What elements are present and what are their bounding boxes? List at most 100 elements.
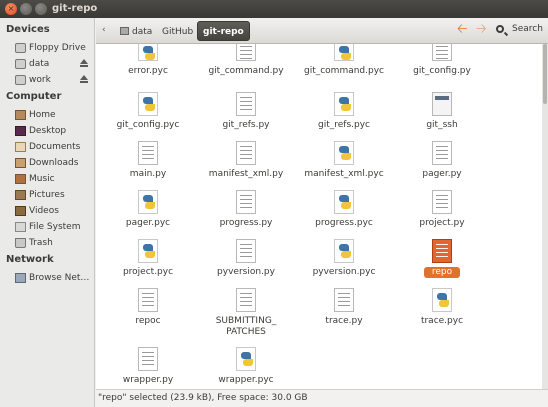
file-item[interactable]: repoc xyxy=(100,288,196,338)
file-item[interactable]: git_config.py xyxy=(394,44,490,91)
file-item[interactable]: git_config.pyc xyxy=(100,92,196,142)
close-button[interactable]: × xyxy=(5,3,17,15)
file-item[interactable]: git_refs.pyc xyxy=(296,92,392,142)
file-item[interactable]: pyversion.pyc xyxy=(296,239,392,289)
sidebar-item-downloads[interactable]: Downloads xyxy=(0,155,94,171)
file-item[interactable]: manifest_xml.py xyxy=(198,141,294,191)
drive-icon xyxy=(15,75,26,85)
file-item[interactable]: pager.pyc xyxy=(100,190,196,240)
file-name: pyversion.pyc xyxy=(312,267,376,277)
python-compiled-file-icon xyxy=(334,44,354,61)
scrollbar-thumb[interactable] xyxy=(543,44,547,104)
file-item[interactable]: git_refs.py xyxy=(198,92,294,142)
breadcrumb-data[interactable]: data xyxy=(114,21,158,41)
sidebar-item-trash[interactable]: Trash xyxy=(0,235,94,251)
sidebar-item-work[interactable]: work xyxy=(0,72,94,88)
forward-arrow-icon[interactable]: 🡢 xyxy=(476,22,487,38)
sidebar-item-pictures[interactable]: Pictures xyxy=(0,187,94,203)
home-folder-icon xyxy=(15,110,26,120)
close-icon: × xyxy=(7,4,15,13)
file-item[interactable]: git_command.py xyxy=(198,44,294,91)
python-compiled-file-icon xyxy=(334,141,354,165)
sidebar-item-label: Downloads xyxy=(29,158,79,168)
sidebar-item-browse-network[interactable]: Browse Net… xyxy=(0,270,94,286)
network-heading: Network xyxy=(6,254,54,265)
file-item[interactable]: wrapper.py xyxy=(100,347,196,389)
eject-icon[interactable] xyxy=(80,59,88,67)
python-compiled-file-icon xyxy=(432,288,452,312)
network-icon xyxy=(15,273,26,283)
minimize-button[interactable] xyxy=(20,3,32,15)
python-file-icon xyxy=(138,141,158,165)
python-file-icon xyxy=(236,190,256,214)
python-compiled-file-icon xyxy=(334,92,354,116)
file-item[interactable]: project.pyc xyxy=(100,239,196,289)
pictures-folder-icon xyxy=(15,190,26,200)
breadcrumb-label: GitHub xyxy=(162,27,194,37)
file-item[interactable]: progress.pyc xyxy=(296,190,392,240)
breadcrumb-label: git-repo xyxy=(203,27,244,37)
file-item[interactable]: error.pyc xyxy=(100,44,196,91)
sidebar-item-label: File System xyxy=(29,222,81,232)
file-item[interactable]: wrapper.pyc xyxy=(198,347,294,389)
file-name: pager.pyc xyxy=(125,218,171,228)
back-arrow-icon[interactable]: 🡠 xyxy=(457,22,468,38)
file-name: repo xyxy=(424,267,460,278)
breadcrumb-label: data xyxy=(132,27,153,37)
file-grid[interactable]: error.pyc git_command.py git_command.pyc… xyxy=(96,44,542,389)
sidebar-item-music[interactable]: Music xyxy=(0,171,94,187)
file-item[interactable]: manifest_xml.pyc xyxy=(296,141,392,191)
filesystem-icon xyxy=(15,222,26,232)
eject-icon[interactable] xyxy=(80,75,88,83)
maximize-button[interactable] xyxy=(35,3,47,15)
file-name: error.pyc xyxy=(128,66,168,76)
sidebar-item-label: Videos xyxy=(29,206,59,216)
sidebar-item-home[interactable]: Home xyxy=(0,107,94,123)
file-name: manifest_xml.py xyxy=(208,169,284,179)
file-item[interactable]: git_command.pyc xyxy=(296,44,392,91)
drive-icon xyxy=(120,27,129,35)
desktop-icon xyxy=(15,126,26,136)
sidebar-item-desktop[interactable]: Desktop xyxy=(0,123,94,139)
file-name: progress.py xyxy=(219,218,273,228)
sidebar-item-floppy-drive[interactable]: Floppy Drive xyxy=(0,40,94,56)
python-compiled-file-icon xyxy=(236,347,256,371)
file-name: project.py xyxy=(419,218,465,228)
file-name: wrapper.py xyxy=(122,375,174,385)
location-toolbar: ‹ data GitHub git-repo 🡠 🡢 Search xyxy=(96,18,548,44)
file-item[interactable]: project.py xyxy=(394,190,490,240)
vertical-scrollbar[interactable] xyxy=(542,44,548,389)
sidebar-item-file-system[interactable]: File System xyxy=(0,219,94,235)
status-bar: "repo" selected (23.9 kB), Free space: 3… xyxy=(96,389,548,407)
computer-heading: Computer xyxy=(6,91,62,102)
sidebar-item-documents[interactable]: Documents xyxy=(0,139,94,155)
python-compiled-file-icon xyxy=(334,239,354,263)
file-item-selected[interactable]: repo xyxy=(394,239,490,289)
file-item[interactable]: pager.py xyxy=(394,141,490,191)
file-item[interactable]: pyversion.py xyxy=(198,239,294,289)
file-name: project.pyc xyxy=(122,267,174,277)
python-file-icon xyxy=(432,190,452,214)
python-file-icon xyxy=(432,239,452,263)
file-item[interactable]: progress.py xyxy=(198,190,294,240)
sidebar-item-label: Browse Net… xyxy=(29,273,90,283)
python-file-icon xyxy=(236,44,256,61)
sidebar-item-data[interactable]: data xyxy=(0,56,94,72)
sidebar-item-videos[interactable]: Videos xyxy=(0,203,94,219)
breadcrumb-git-repo[interactable]: git-repo xyxy=(197,21,250,41)
shell-script-icon xyxy=(432,92,452,116)
sidebar-item-label: Home xyxy=(29,110,56,120)
python-compiled-file-icon xyxy=(138,190,158,214)
file-item[interactable]: git_ssh xyxy=(394,92,490,142)
file-item[interactable]: main.py xyxy=(100,141,196,191)
file-item[interactable]: trace.pyc xyxy=(394,288,490,338)
sidebar-item-label: data xyxy=(29,59,50,69)
window-title: git-repo xyxy=(52,3,98,14)
file-item[interactable]: trace.py xyxy=(296,288,392,338)
text-file-icon xyxy=(236,288,256,312)
file-item[interactable]: SUBMITTING_ PATCHES xyxy=(198,288,294,338)
sidebar-item-label: Trash xyxy=(29,238,53,248)
breadcrumb-scroll-left[interactable]: ‹ xyxy=(102,25,106,35)
breadcrumb-github[interactable]: GitHub xyxy=(156,21,199,41)
file-name: repoc xyxy=(135,316,161,326)
